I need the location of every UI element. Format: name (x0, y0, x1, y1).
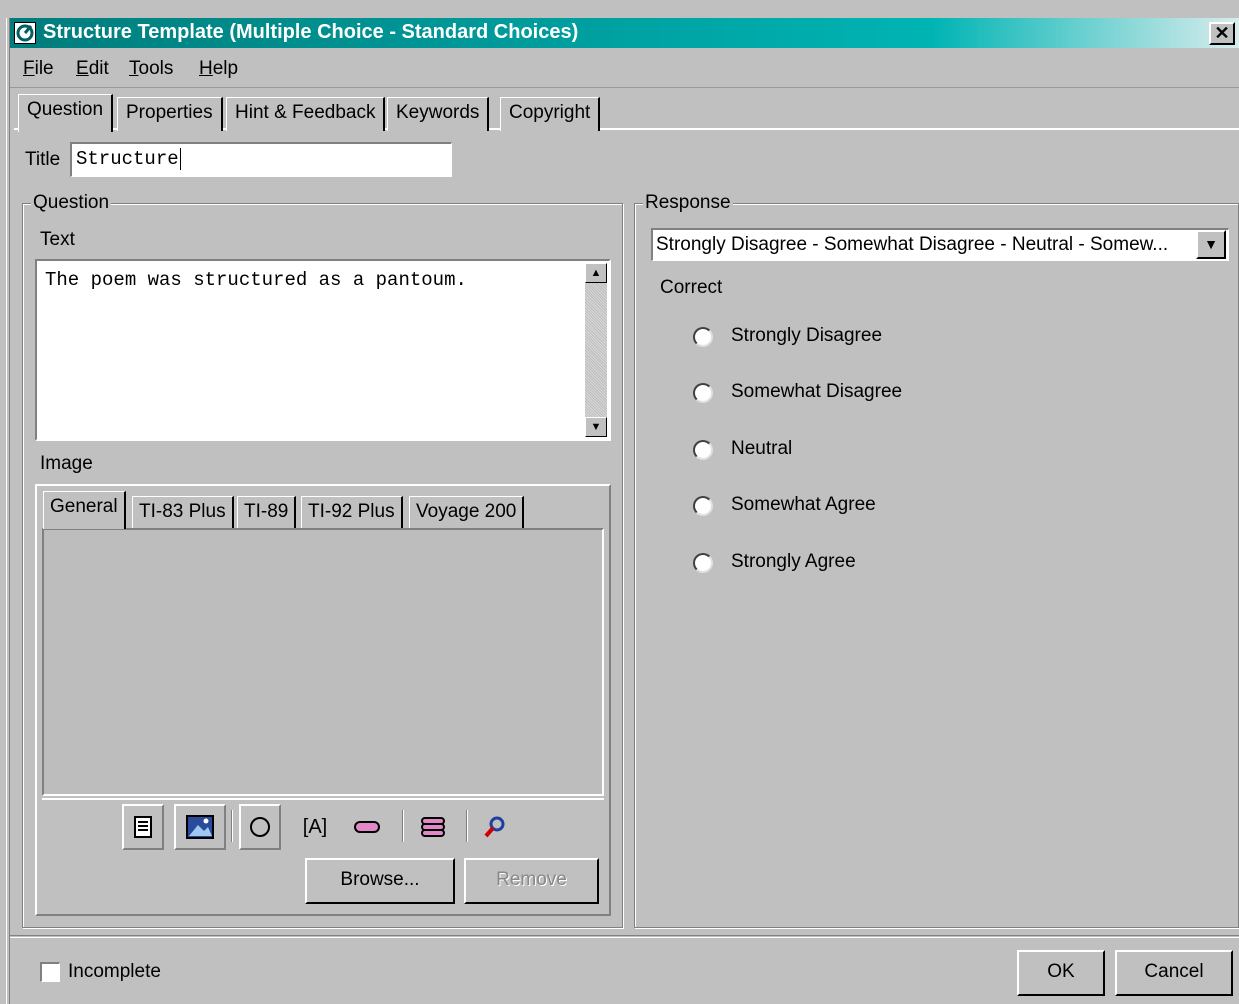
title-input[interactable]: Structure (70, 142, 452, 177)
chevron-down-icon[interactable]: ▼ (1196, 230, 1226, 259)
ok-button[interactable]: OK (1017, 950, 1105, 996)
layers-icon[interactable] (412, 804, 454, 850)
incomplete-checkbox[interactable] (40, 962, 60, 982)
menu-file[interactable]: File (23, 58, 54, 80)
image-panel: General TI-83 Plus TI-89 TI-92 Plus Voya… (35, 484, 611, 916)
document-icon[interactable] (122, 804, 164, 850)
radio-button[interactable] (693, 553, 713, 573)
text-label: Text (40, 229, 75, 250)
zoom-icon[interactable] (474, 804, 516, 850)
image-icon[interactable] (174, 804, 226, 850)
toolbar-separator (466, 810, 468, 842)
incomplete-label: Incomplete (68, 961, 161, 982)
circle-icon[interactable] (239, 804, 281, 850)
menu-edit[interactable]: Edit (76, 58, 109, 80)
image-tab-general[interactable]: General (43, 491, 126, 529)
image-tab-voyage-200[interactable]: Voyage 200 (409, 496, 525, 530)
tab-hint-feedback[interactable]: Hint & Feedback (226, 97, 386, 131)
title-label: Title (25, 149, 61, 170)
radio-button[interactable] (693, 327, 713, 347)
question-group-title: Question (31, 192, 112, 214)
image-tab-ti92-plus[interactable]: TI-92 Plus (301, 496, 403, 530)
close-button[interactable]: ✕ (1209, 22, 1235, 45)
tab-keywords[interactable]: Keywords (387, 97, 490, 131)
scroll-up-button[interactable]: ▲ (585, 263, 607, 283)
radio-button[interactable] (693, 383, 713, 403)
close-icon: ✕ (1214, 23, 1230, 43)
image-canvas[interactable] (42, 528, 604, 796)
tab-properties[interactable]: Properties (117, 97, 223, 131)
response-group: Response (634, 192, 1239, 928)
menu-help[interactable]: Help (199, 58, 238, 80)
tab-question[interactable]: Question (18, 94, 114, 132)
app-icon (14, 22, 36, 44)
window-border (6, 18, 10, 1004)
image-toolbar: [A] (42, 798, 604, 854)
choice-label: Strongly Agree (731, 551, 856, 572)
image-tab-ti89[interactable]: TI-89 (237, 496, 297, 530)
response-type-select[interactable]: Strongly Disagree - Somewhat Disagree - … (651, 228, 1229, 261)
toolbar-separator (402, 810, 404, 842)
text-cursor (179, 148, 181, 170)
tab-copyright[interactable]: Copyright (500, 97, 601, 131)
choice-label: Somewhat Agree (731, 494, 876, 515)
radio-button[interactable] (693, 440, 713, 460)
title-bar: Structure Template (Multiple Choice - St… (10, 18, 1239, 48)
choice-label: Neutral (731, 438, 793, 459)
image-label: Image (40, 453, 93, 474)
image-tab-ti83-plus[interactable]: TI-83 Plus (132, 496, 234, 530)
response-group-title: Response (643, 192, 733, 214)
toolbar-separator (231, 810, 233, 842)
choice-label: Somewhat Disagree (731, 381, 903, 402)
window-title: Structure Template (Multiple Choice - St… (43, 21, 579, 43)
browse-button[interactable]: Browse... (305, 858, 455, 904)
menu-bar: File Edit Tools Help (10, 52, 1239, 88)
arrow-down-icon: ▼ (590, 421, 602, 433)
footer-divider (10, 935, 1239, 938)
choice-label: Strongly Disagree (731, 325, 883, 346)
text-scrollbar[interactable]: ▲ ▼ (585, 263, 607, 437)
correct-label: Correct (660, 277, 723, 298)
cancel-button[interactable]: Cancel (1115, 950, 1233, 996)
menu-tools[interactable]: Tools (129, 58, 173, 80)
radio-button[interactable] (693, 496, 713, 516)
arrow-up-icon: ▲ (590, 267, 602, 279)
scroll-down-button[interactable]: ▼ (585, 417, 607, 437)
question-text: The poem was structured as a pantoum. (45, 269, 467, 291)
text-box-icon[interactable]: [A] (294, 804, 336, 850)
title-input-value: Structure (76, 148, 179, 170)
eraser-icon[interactable] (346, 804, 388, 850)
question-text-area[interactable]: The poem was structured as a pantoum. ▲ … (35, 259, 611, 441)
remove-button[interactable]: Remove (464, 858, 599, 904)
